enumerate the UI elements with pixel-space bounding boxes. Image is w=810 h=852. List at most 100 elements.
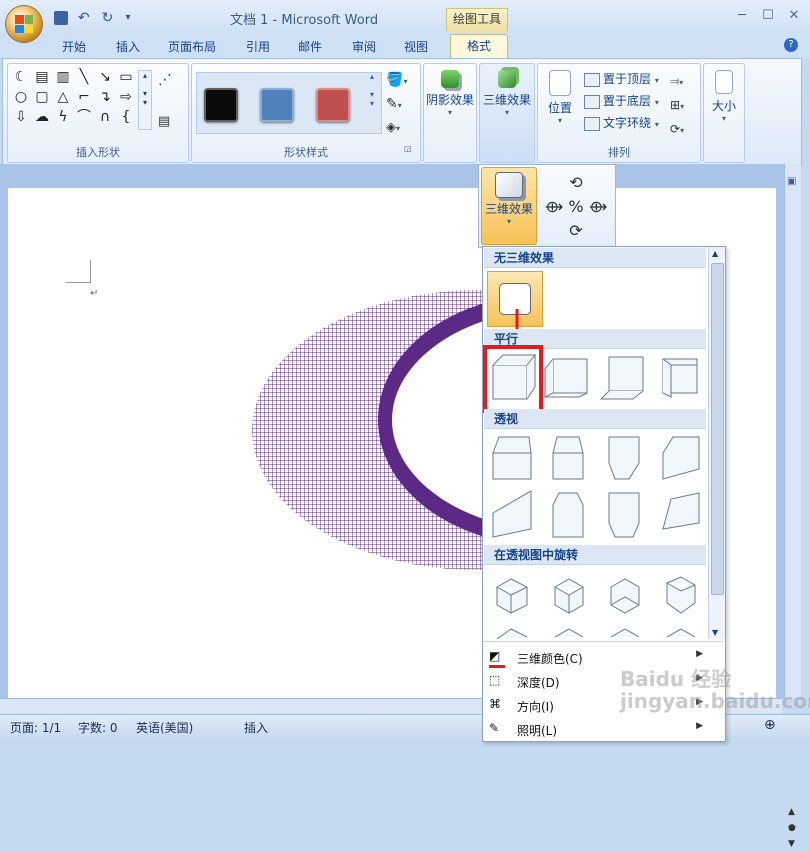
help-icon[interactable]: ?	[784, 38, 798, 52]
status-page[interactable]: 页面: 1/1	[10, 719, 61, 736]
group-3d-effects: 三维效果 ▾	[479, 63, 535, 163]
shadow-effects-icon	[441, 70, 459, 88]
minimize-button[interactable]: ─	[732, 8, 752, 24]
position-icon	[549, 70, 571, 96]
rotation-cube-5	[496, 628, 528, 639]
redo-icon[interactable]: ↻	[102, 11, 116, 25]
baidu-watermark: Baidu 经验 jingyan.baidu.com	[620, 667, 810, 713]
tab-page-layout[interactable]: 页面布局	[168, 38, 216, 55]
tab-references[interactable]: 引用	[246, 38, 270, 55]
rotation-cube-4	[666, 576, 696, 614]
undo-icon[interactable]: ↶	[78, 11, 92, 25]
group-arrange: 位置 ▾ 置于顶层 ▾ 置于底层 ▾ 文字环绕 ▾ ⫤▾ ⊞▾ ⟳▾ 排列	[537, 63, 701, 163]
shape-outline-icon[interactable]: ✎▾	[386, 96, 402, 112]
tilt-down-icon[interactable]: ⟳	[541, 219, 611, 243]
save-icon[interactable]	[54, 10, 68, 25]
customize-qat-icon[interactable]: ▾	[125, 11, 139, 25]
style-swatch-black[interactable]	[204, 88, 238, 122]
brace-shape-icon[interactable]: {	[117, 108, 135, 126]
status-language[interactable]: 英语(美国)	[136, 719, 193, 736]
browse-object-icons[interactable]: ▲ ● ▼	[788, 804, 796, 852]
arc-shape-icon[interactable]: ⌒	[75, 108, 93, 126]
textbox-shape-icon[interactable]: ▤	[33, 68, 51, 86]
group-objects-icon[interactable]: ⊞▾	[670, 94, 684, 118]
bring-to-front-button[interactable]: 置于顶层 ▾	[584, 70, 659, 87]
elbow-connector-icon[interactable]: ⌐	[75, 88, 93, 106]
3d-toggle-icon[interactable]: %	[568, 197, 583, 216]
rotation-cube-7	[610, 628, 640, 638]
gallery-scroll-thumb[interactable]	[711, 263, 724, 595]
tab-view[interactable]: 视图	[404, 38, 428, 55]
right-arrow-icon[interactable]: ⇨	[117, 88, 135, 106]
tilt-up-icon[interactable]: ⟲	[541, 171, 611, 195]
moon-shape-icon[interactable]: ☾	[12, 68, 30, 86]
group-insert-shapes: ☾ ▤ ▥ ╲ ↘ ▭ ○ ▢ △ ⌐ ↴ ⇨ ⇩ ☁ ϟ ⌒ ∩ { ▴ ▾ ▾ …	[7, 63, 189, 163]
tab-mailings[interactable]: 邮件	[298, 38, 322, 55]
depth-icon: ⬚	[489, 673, 501, 687]
tab-format[interactable]: 格式	[450, 34, 508, 59]
shapes-gallery-scroll[interactable]: ▴ ▾ ▾	[138, 70, 152, 130]
align-icon[interactable]: ⫤▾	[670, 70, 684, 94]
shapes-gallery[interactable]: ☾ ▤ ▥ ╲ ↘ ▭ ○ ▢ △ ⌐ ↴ ⇨ ⇩ ☁ ϟ ⌒ ∩ {	[12, 68, 136, 126]
text-box-icon[interactable]: ▤	[158, 114, 170, 129]
tab-review[interactable]: 审阅	[352, 38, 376, 55]
down-arrow-icon[interactable]: ⇩	[12, 108, 30, 126]
office-button[interactable]	[6, 6, 42, 42]
menu-divider	[483, 641, 723, 642]
zoom-in-icon[interactable]: ⊕	[764, 717, 776, 733]
align-buttons[interactable]: ⫤▾ ⊞▾ ⟳▾	[670, 70, 684, 142]
maximize-button[interactable]: ☐	[758, 8, 778, 24]
wave-shape-icon[interactable]: ∩	[96, 108, 114, 126]
tilt-left-icon[interactable]: ⟴	[545, 197, 564, 216]
menu-lighting[interactable]: ✎ 照明(L) ▶	[483, 717, 707, 741]
rotate-icon[interactable]: ⟳▾	[670, 118, 684, 142]
style-gallery-scroll[interactable]: ▴ ▾ ▾	[366, 72, 378, 132]
status-mode[interactable]: 插入	[244, 719, 268, 736]
style-swatch-red[interactable]	[316, 88, 350, 122]
3d-effects-button[interactable]: 三维效果 ▾	[481, 167, 537, 245]
text-wrapping-button[interactable]: 文字环绕 ▾	[584, 114, 659, 131]
rounded-rect-icon[interactable]: ▢	[33, 88, 51, 106]
line-shape-icon[interactable]: ╲	[75, 68, 93, 86]
shape-fill-icon[interactable]: 🪣▾	[386, 72, 407, 88]
send-to-back-button[interactable]: 置于底层 ▾	[584, 92, 659, 109]
quick-access-toolbar: ↶ ↻ ▾	[54, 10, 145, 26]
tilt-controls: ⟲ ⟴ % ⟴ ⟳	[541, 171, 611, 243]
tab-home[interactable]: 开始	[62, 38, 86, 55]
rotation-cube-6	[554, 628, 584, 638]
change-shape-icon[interactable]: ◈▾	[386, 120, 400, 135]
triangle-shape-icon[interactable]: △	[54, 88, 72, 106]
parallel-cube-1	[492, 353, 537, 400]
shadow-effects-button[interactable]: 阴影效果 ▾	[424, 70, 476, 117]
office-logo-icon	[15, 15, 33, 33]
paint-bucket-icon: ◩	[489, 649, 505, 668]
elbow-arrow-icon[interactable]: ↴	[96, 88, 114, 106]
lighting-icon: ✎	[489, 721, 500, 735]
window-title: 文档 1 - Microsoft Word	[230, 13, 379, 28]
vertical-scrollbar[interactable]: ▣ ▲ ● ▼	[784, 164, 801, 849]
arrow-line-icon[interactable]: ↘	[96, 68, 114, 86]
tab-insert[interactable]: 插入	[116, 38, 140, 55]
close-button[interactable]: ✕	[784, 8, 804, 24]
size-button[interactable]: 大小 ▾	[704, 70, 744, 123]
scroll-up-icon[interactable]: ▲	[712, 249, 718, 258]
menu-3d-color[interactable]: ◩ 三维颜色(C) ▶	[483, 645, 707, 669]
size-label: 大小	[711, 99, 736, 113]
3d-cube-icon	[498, 70, 516, 88]
rectangle-shape-icon[interactable]: ▭	[117, 68, 135, 86]
scroll-down-icon[interactable]: ▼	[712, 628, 718, 637]
gallery-scrollbar[interactable]: ▲ ▼	[708, 247, 725, 639]
lightning-shape-icon[interactable]: ϟ	[54, 108, 72, 126]
vertical-textbox-icon[interactable]: ▥	[54, 68, 72, 86]
style-swatch-blue[interactable]	[260, 88, 294, 122]
status-words[interactable]: 字数: 0	[78, 719, 118, 736]
cloud-shape-icon[interactable]: ☁	[33, 108, 51, 126]
perspective-cube-4	[662, 436, 700, 480]
group-label-shape-styles: 形状样式	[284, 146, 328, 159]
edit-points-icon[interactable]: ⋰	[158, 72, 172, 88]
ruler-toggle-icon[interactable]: ▣	[787, 176, 796, 187]
position-button[interactable]: 位置 ▾	[542, 70, 578, 125]
tilt-right-icon[interactable]: ⟴	[589, 197, 608, 216]
3d-effects-ribbon-button[interactable]: 三维效果 ▾	[480, 70, 534, 117]
oval-shape-icon[interactable]: ○	[12, 88, 30, 106]
